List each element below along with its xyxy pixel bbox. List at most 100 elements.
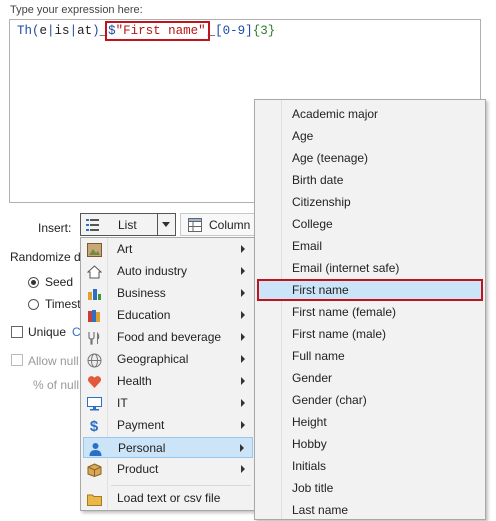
submenu-item[interactable]: Birth date [257,169,483,191]
submenu-item-first-name[interactable]: First name [257,279,483,301]
dollar-icon: $ [89,417,99,435]
submenu-item-label: Height [292,415,327,429]
menu-item-product[interactable]: Product [83,459,253,480]
randomize-label: Randomize da [10,250,88,264]
submenu-arrow-icon [241,289,245,297]
allow-null-checkbox[interactable] [11,354,23,366]
allow-null-label: Allow null [28,354,79,368]
code-token: | [69,24,78,38]
submenu-item[interactable]: Gender (char) [257,389,483,411]
house-icon [86,264,102,280]
submenu-arrow-icon [241,311,245,319]
code-token: Th( [17,24,40,38]
percent-null-label: % of null [33,378,80,392]
submenu-item[interactable]: Academic major [257,103,483,125]
menu-item-label: Geographical [117,352,189,366]
menu-item-geographical[interactable]: Geographical [83,349,253,370]
menu-item-label: Business [117,286,166,300]
submenu-item[interactable]: Gender [257,367,483,389]
monitor-icon [86,396,102,412]
seed-label: Seed [45,275,74,289]
globe-icon [86,352,102,368]
code-token: at [77,24,93,38]
menu-item-auto-industry[interactable]: Auto industry [83,261,253,282]
code-token: _ [99,24,108,38]
submenu-item[interactable]: Citizenship [257,191,483,213]
personal-submenu: Academic major Age Age (teenage) Birth d… [254,99,486,520]
submenu-item-label: Initials [292,459,327,473]
submenu-item-label: College [292,217,333,231]
menu-item-art[interactable]: Art [83,239,253,260]
menu-item-food-and-beverage[interactable]: Food and beverage [83,327,253,348]
menu-item-payment[interactable]: $ Payment [83,415,253,436]
menu-item-load-file[interactable]: Load text or csv file [83,488,253,509]
highlighted-list-reference: $"First name" [105,21,210,41]
submenu-arrow-icon [241,245,245,253]
menu-item-business[interactable]: Business [83,283,253,304]
submenu-item[interactable]: Last name [257,499,483,521]
submenu-item[interactable]: Email (internet safe) [257,257,483,279]
code-token: e [39,24,48,38]
submenu-item-label: Age (teenage) [292,151,369,165]
menu-divider [111,485,251,486]
list-button-label: List [118,218,137,232]
menu-item-education[interactable]: Education [83,305,253,326]
timestamp-radio[interactable] [28,299,39,310]
menu-item-health[interactable]: Health [83,371,253,392]
menu-item-personal[interactable]: Personal [83,437,253,458]
menu-item-label: Education [117,308,171,322]
menu-item-label: Payment [117,418,165,432]
submenu-item[interactable]: Full name [257,345,483,367]
person-icon [87,441,103,457]
submenu-item[interactable]: Initials [257,455,483,477]
submenu-item-label: Citizenship [292,195,351,209]
business-icon [86,286,102,302]
expression-code: Th(e|is|at)_$"First name" _[0-9]{3} [17,21,276,41]
unique-label: Unique [28,325,67,339]
list-icon [86,218,100,235]
submenu-item-label: Gender [292,371,333,385]
submenu-arrow-icon [241,355,245,363]
table-icon [188,218,202,235]
submenu-item[interactable]: Age (teenage) [257,147,483,169]
submenu-item-label: Age [292,129,314,143]
submenu-item-label: Hobby [292,437,327,451]
category-menu: Art Auto industry Business Education Foo… [80,237,256,511]
seed-radio[interactable] [28,277,39,288]
code-token: "First name" [115,24,206,38]
unique-checkbox[interactable] [11,326,23,338]
code-token: {3} [252,24,276,38]
split-divider [157,214,158,235]
radio-dot [31,280,36,285]
submenu-item[interactable]: Hobby [257,433,483,455]
submenu-item-label: First name (male) [292,327,387,341]
menu-item-label: Art [117,242,133,256]
column-button-label: Column [209,218,251,232]
submenu-item[interactable]: Height [257,411,483,433]
submenu-item-label: Last name [292,503,349,517]
submenu-item[interactable]: First name (male) [257,323,483,345]
submenu-item-label: First name (female) [292,305,397,319]
code-token: ) [92,24,100,38]
insert-list-button[interactable]: List [80,213,176,236]
code-token: | [47,24,55,38]
submenu-item-label: Gender (char) [292,393,367,407]
submenu-item[interactable]: Email [257,235,483,257]
submenu-item[interactable]: Job title [257,477,483,499]
chevron-down-icon[interactable] [162,222,170,227]
submenu-arrow-icon [241,377,245,385]
food-icon [86,330,102,346]
menu-item-label: Personal [118,441,166,455]
submenu-item[interactable]: Age [257,125,483,147]
insert-column-button[interactable]: Column [180,213,260,236]
art-icon [86,242,102,258]
submenu-item[interactable]: First name (female) [257,301,483,323]
menu-item-label: IT [117,396,128,410]
submenu-item-label: Full name [292,349,345,363]
expression-label: Type your expression here: [10,4,143,16]
submenu-arrow-icon [241,333,245,341]
folder-icon [86,491,102,507]
code-token: [0-9] [215,24,253,38]
menu-item-it[interactable]: IT [83,393,253,414]
submenu-item[interactable]: College [257,213,483,235]
